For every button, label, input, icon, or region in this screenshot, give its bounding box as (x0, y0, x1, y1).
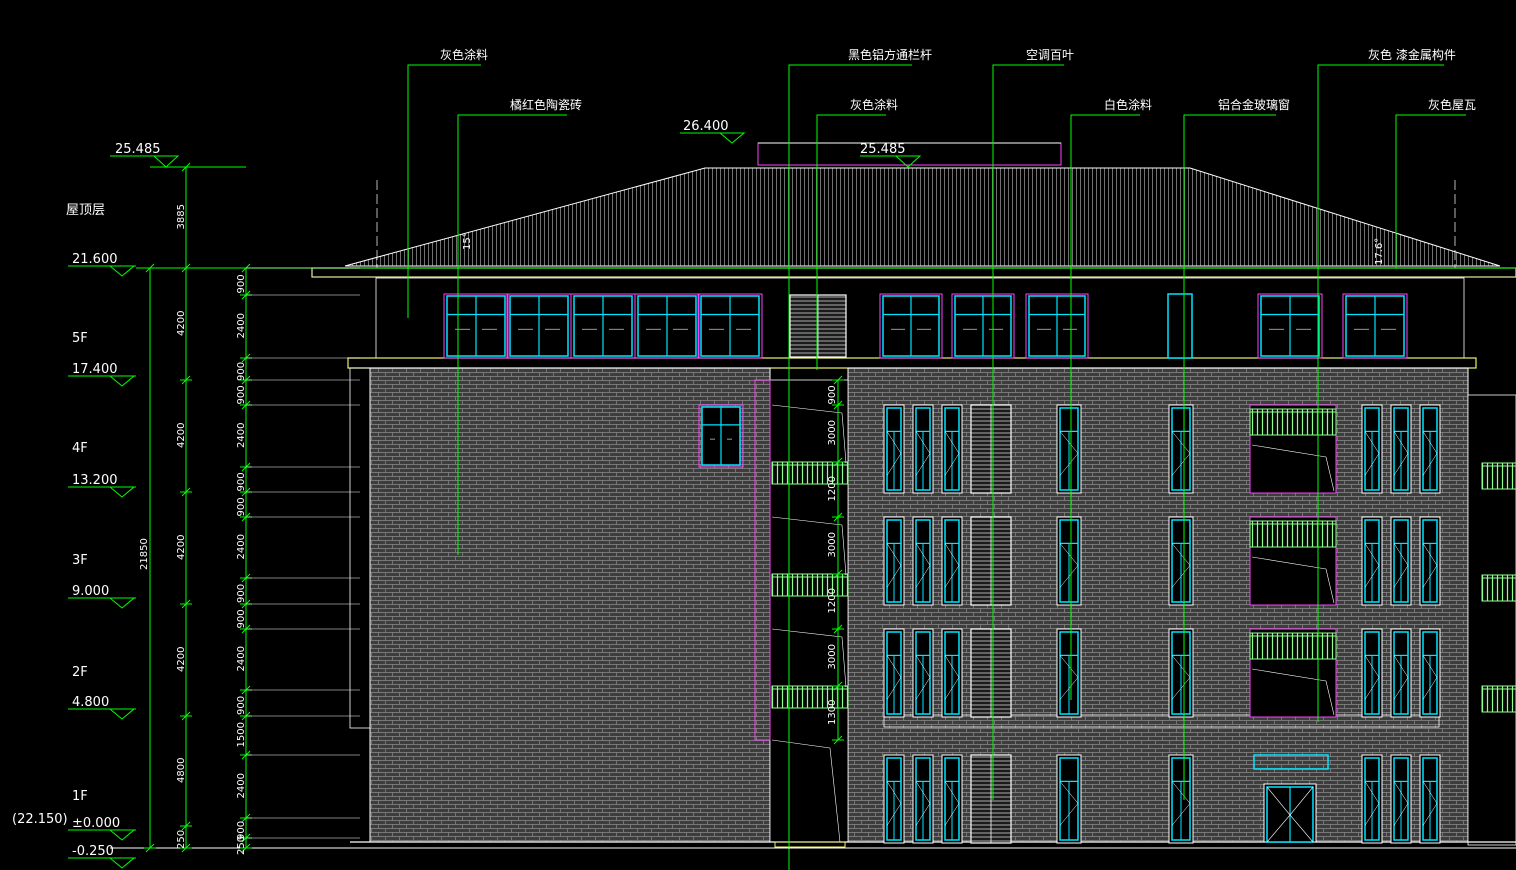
dim-detail-label: 2400 (236, 773, 247, 798)
dim-detail-label: 900 (236, 274, 247, 293)
level-name: 屋顶层 (66, 203, 105, 218)
dim-detail-label: 900 (236, 385, 247, 404)
dim-detail-label: 250 (236, 836, 247, 855)
level-elevation: 17.400 (72, 362, 118, 377)
dim-balcony-label: 900 (827, 385, 838, 404)
level-elevation: ±0.000 (72, 816, 120, 831)
level-name: 4F (72, 441, 88, 456)
label-gray-painted-metal: 灰色 漆金属构件 (1368, 47, 1456, 62)
balcony-railing (1481, 462, 1516, 490)
dim-detail-label: 2400 (236, 313, 247, 338)
dim-balcony-label: 1200 (827, 588, 838, 613)
dim-detail-label: 900 (236, 584, 247, 603)
label-gray-roof-tile: 灰色屋瓦 (1428, 98, 1476, 112)
level-triangle (109, 857, 136, 869)
elevation-markers (110, 132, 922, 168)
label-white-coating: 白色涂料 (1104, 97, 1152, 112)
dim-floor-label: 4800 (176, 758, 187, 783)
dim-detail-label: 1500 (236, 722, 247, 747)
dim-detail-label: 2400 (236, 534, 247, 559)
dim-floor-label: 4200 (176, 535, 187, 560)
label-ac-louver: 空调百叶 (1026, 48, 1074, 62)
level-triangle (109, 486, 136, 498)
dim-floor-label: 4200 (176, 647, 187, 672)
label-aluminum-glass-window: 铝合金玻璃窗 (1218, 97, 1290, 112)
label-gray-coating-1: 灰色涂料 (440, 47, 488, 62)
dim-balcony-label: 1200 (827, 476, 838, 501)
level-elevation: 21.600 (72, 252, 118, 267)
dim-floor-label: 3885 (176, 204, 187, 229)
dim-detail-label: 2400 (236, 646, 247, 671)
level-triangle (109, 829, 136, 841)
dim-balcony-label: 3000 (827, 420, 838, 445)
dim-total-label: 21850 (139, 538, 150, 570)
dim-floor-label: 4200 (176, 311, 187, 336)
dim-balcony-label: 1300 (827, 700, 838, 725)
level-elevation: 4.800 (72, 695, 109, 710)
roof-slope-right: 17.6° (1374, 238, 1385, 265)
label-orange-red-tile: 橘红色陶瓷砖 (510, 97, 582, 112)
level-triangle (109, 708, 136, 720)
level-name: 5F (72, 331, 88, 346)
ref-elevation: (22.150) (12, 812, 68, 827)
window-glass (1167, 293, 1193, 359)
level-triangle (109, 597, 136, 609)
dim-detail-label: 900 (236, 472, 247, 491)
dim-detail-label: 900 (236, 362, 247, 381)
level-name: 3F (72, 553, 88, 568)
annotation-labels: 灰色涂料 橘红色陶瓷砖 黑色铝方通栏杆 灰色涂料 空调百叶 白色涂料 铝合金玻璃… (440, 47, 1476, 112)
dim-floor-label: 250 (176, 830, 187, 849)
balcony-railing (1249, 632, 1337, 660)
balcony-railing (1249, 408, 1337, 436)
level-elevation: 9.000 (72, 584, 109, 599)
elevation-drawing: 21.600 屋顶层 17.400 5F 13.200 4F 9.000 3F 4.800 2F ±… (12, 47, 1516, 870)
label-gray-coating-2: 灰色涂料 (850, 97, 898, 112)
dim-floor-label: 4200 (176, 423, 187, 448)
level-name: 2F (72, 665, 88, 680)
roof-slope-left: 15° (462, 232, 473, 250)
level-name: 1F (72, 789, 88, 804)
roof (311, 142, 1516, 278)
label-black-aluminum-grille: 黑色铝方通栏杆 (848, 47, 932, 62)
balcony-railing (1481, 574, 1516, 602)
elev-top-center: 25.485 (860, 142, 906, 157)
dim-balcony-label: 3000 (827, 532, 838, 557)
dim-detail-label: 900 (236, 609, 247, 628)
balcony-railing (1249, 520, 1337, 548)
dim-balcony-label: 3000 (827, 644, 838, 669)
level-triangle (109, 265, 136, 277)
balcony-railing (1481, 685, 1516, 713)
level-triangle (109, 375, 136, 387)
dim-detail-label: 900 (236, 696, 247, 715)
level-elevation: -0.250 (72, 844, 114, 859)
elev-top-left: 25.485 (115, 142, 161, 157)
dim-detail-label: 900 (236, 497, 247, 516)
level-elevation: 13.200 (72, 473, 118, 488)
dim-detail-label: 2400 (236, 423, 247, 448)
elev-parapet: 26.400 (683, 119, 729, 134)
